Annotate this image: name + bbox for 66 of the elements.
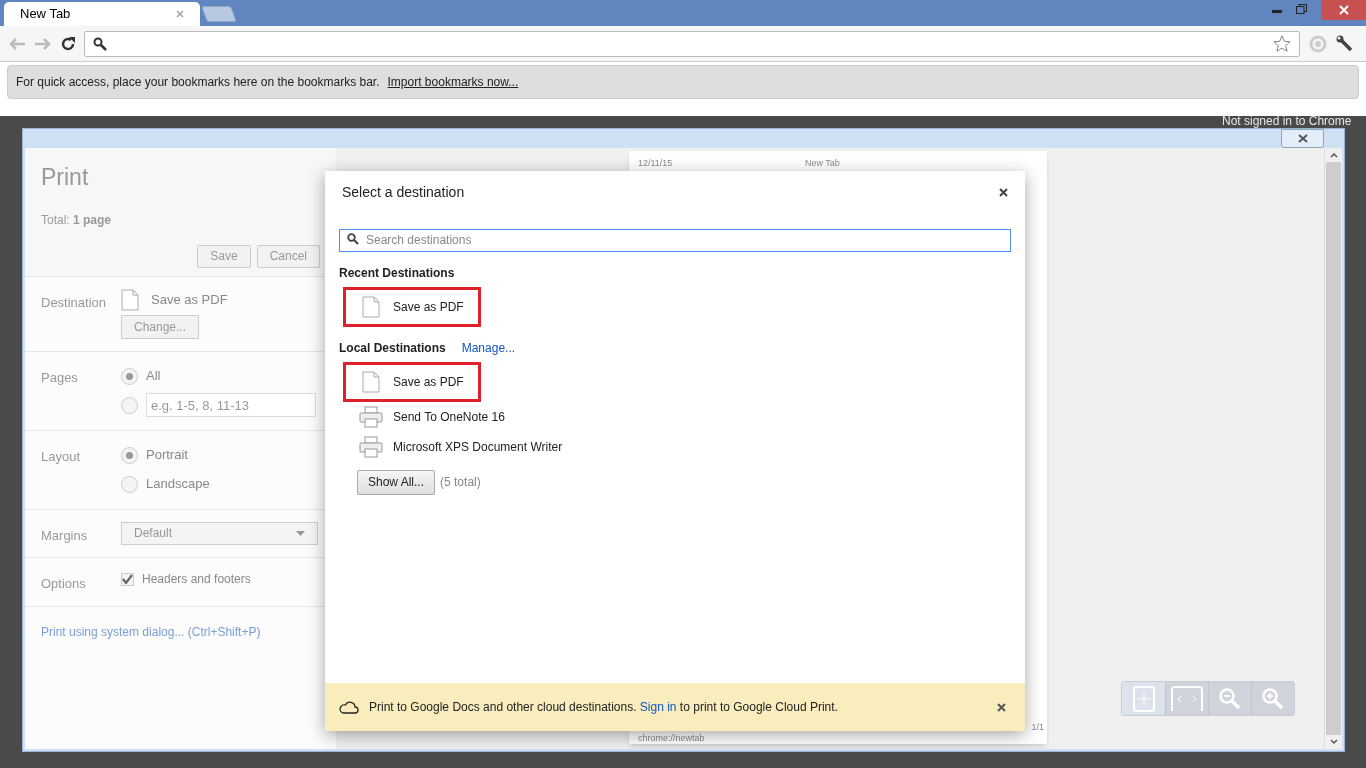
total-count: (5 total) — [440, 474, 481, 491]
close-icon — [1338, 5, 1349, 15]
preview-date: 12/11/15 — [638, 157, 673, 170]
zoom-in-icon — [1261, 686, 1285, 711]
manage-link[interactable]: Manage... — [461, 338, 516, 357]
pages-input[interactable]: e.g. 1-5, 8, 11-13 — [146, 393, 316, 417]
setting-label: Pages — [41, 368, 79, 387]
printer-icon — [359, 435, 383, 458]
reload-icon[interactable] — [60, 35, 76, 52]
option-label: Portrait — [146, 446, 188, 465]
radio-button[interactable] — [121, 367, 138, 385]
page-total: Total: 1 page — [41, 211, 113, 229]
destination-value: Save as PDF — [151, 290, 228, 309]
bookmarks-hint: For quick access, place your bookmarks here on the bookmarks bar. — [16, 74, 380, 91]
close-icon — [1297, 134, 1308, 143]
file-icon — [362, 370, 380, 393]
show-all-button[interactable]: Show All... — [357, 469, 436, 495]
cloud-icon — [339, 700, 359, 714]
destination-item[interactable]: Save as PDF — [343, 286, 481, 327]
section-heading: Local Destinations — [339, 339, 446, 357]
address-bar[interactable] — [84, 30, 1300, 57]
checkbox[interactable] — [121, 572, 134, 586]
new-tab-button[interactable] — [201, 6, 237, 22]
import-bookmarks-link[interactable]: Import bookmarks now... — [387, 73, 519, 91]
sign-in-status: Not signed in to Chrome — [1222, 115, 1352, 127]
setting-label: Options — [41, 575, 87, 593]
preview-url: chrome://newtab — [638, 733, 705, 743]
window-close-button[interactable] — [1281, 129, 1324, 148]
close-icon[interactable] — [999, 187, 1008, 197]
dialog-title: Select a destination — [342, 182, 465, 202]
radio-button[interactable] — [121, 475, 138, 493]
forward-icon[interactable] — [34, 36, 52, 51]
banner-message: Print to Google Docs and other cloud destinations. Sign in to print to Google Cloud Print. — [369, 699, 839, 716]
circle-icon[interactable] — [1308, 33, 1328, 54]
dropdown-icon — [296, 530, 305, 536]
restore-icon[interactable] — [1296, 4, 1307, 14]
checkbox-label: Headers and footers — [142, 571, 251, 588]
destination-item[interactable]: Send To OneNote 16 — [343, 401, 522, 432]
browser-tab[interactable]: New Tab — [4, 2, 200, 26]
radio-button[interactable] — [121, 396, 138, 414]
wrench-icon[interactable] — [1336, 34, 1354, 53]
back-icon[interactable] — [8, 36, 26, 51]
destination-item[interactable]: Microsoft XPS Document Writer — [343, 431, 580, 462]
print-title: Print — [41, 163, 90, 192]
close-icon[interactable] — [997, 702, 1006, 712]
scrollbar[interactable] — [1324, 148, 1342, 749]
sign-in-link[interactable]: Sign in — [639, 700, 677, 714]
star-icon[interactable] — [1273, 34, 1291, 53]
setting-label: Layout — [41, 447, 82, 466]
radio-button[interactable] — [121, 446, 138, 464]
option-label: All — [146, 367, 161, 386]
search-icon — [93, 36, 107, 51]
section-heading: Recent Destinations — [339, 264, 455, 282]
option-label: Landscape — [146, 475, 210, 494]
setting-label: Margins — [41, 526, 89, 545]
preview-title: New Tab — [805, 157, 840, 170]
destination-item[interactable]: Save as PDF — [343, 361, 481, 402]
file-icon — [362, 295, 380, 318]
search-field[interactable]: Search destinations — [339, 228, 1011, 252]
preview-page-number: 1/1 — [1031, 722, 1044, 732]
printer-icon — [359, 405, 383, 428]
search-icon — [347, 233, 359, 245]
close-button[interactable] — [1321, 0, 1366, 20]
zoom-out-icon — [1218, 686, 1242, 711]
file-icon — [121, 288, 139, 311]
setting-label: Destination — [41, 293, 108, 312]
